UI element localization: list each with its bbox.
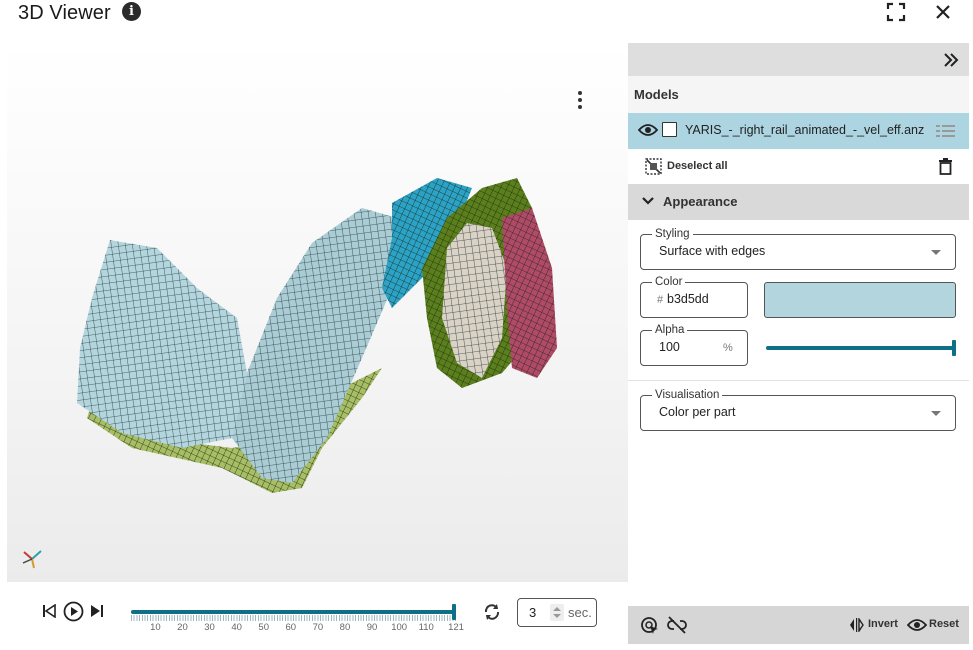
info-icon[interactable]: i	[122, 2, 141, 21]
deselect-icon[interactable]	[645, 158, 662, 175]
visualisation-label: Visualisation	[652, 388, 723, 402]
invert-button[interactable]: Invert	[868, 618, 898, 630]
timeline-track[interactable]	[131, 610, 456, 614]
alpha-field[interactable]: Alpha 100 %	[640, 323, 748, 366]
models-heading: Models	[634, 87, 679, 102]
panel-toolbar	[628, 43, 969, 76]
styling-select[interactable]: Styling Surface with edges	[640, 227, 956, 270]
side-panel: Models YARIS_-_right_rail_animated_-_vel…	[628, 43, 969, 644]
visualisation-select[interactable]: Visualisation Color per part	[640, 388, 956, 431]
skip-to-start-icon[interactable]	[42, 604, 56, 618]
loop-icon[interactable]	[482, 602, 502, 622]
timeline-tick-label: 10	[150, 622, 161, 633]
unlink-icon[interactable]	[667, 616, 687, 634]
model-name[interactable]: YARIS_-_right_rail_animated_-_vel_eff.an…	[685, 123, 924, 137]
chevron-down-icon	[642, 197, 654, 205]
timeline-tick-label: 20	[177, 622, 188, 633]
appearance-section: Styling Surface with edges Color # b3d5d…	[628, 220, 969, 606]
hash-prefix: #	[657, 294, 664, 306]
timeline-tick-label: 80	[339, 622, 351, 633]
animation-playback-bar: 10 20 30 40 50 60 70 80 90 100 110 121 3 sec.	[7, 582, 628, 644]
section-divider	[628, 380, 969, 381]
timeline-tick-label: 70	[312, 622, 324, 633]
color-hex-value[interactable]: b3d5dd	[667, 292, 709, 306]
3d-model-render[interactable]	[62, 148, 562, 508]
styling-label: Styling	[652, 227, 693, 241]
timeline-tick-label: 121	[448, 622, 464, 633]
3d-viewport[interactable]	[7, 43, 628, 582]
appearance-section-header[interactable]: Appearance	[628, 184, 969, 220]
reset-button[interactable]: Reset	[929, 618, 959, 630]
timeline-tick-label: 60	[285, 622, 297, 633]
viewer-header: 3D Viewer i	[0, 0, 973, 42]
timeline-tick-label: 100	[391, 622, 408, 633]
model-checkbox[interactable]	[662, 122, 677, 137]
timeline-tick-labels: 10 20 30 40 50 60 70 80 90 100 110 121	[131, 622, 471, 634]
color-swatch[interactable]	[764, 282, 956, 318]
model-details-icon[interactable]	[935, 124, 956, 138]
duration-input[interactable]: 3 sec.	[517, 598, 597, 627]
pick-part-icon[interactable]	[640, 616, 660, 636]
model-list-item[interactable]: YARIS_-_right_rail_animated_-_vel_eff.an…	[628, 113, 969, 149]
panel-footer: Invert Reset	[628, 606, 969, 644]
timeline-tick-label: 50	[258, 622, 269, 633]
alpha-label: Alpha	[652, 323, 688, 337]
duration-value[interactable]: 3	[529, 605, 536, 620]
deselect-row: Deselect all	[628, 149, 969, 184]
visualisation-value[interactable]: Color per part	[659, 405, 735, 419]
dropdown-caret-icon	[931, 250, 941, 255]
alpha-value[interactable]: 100	[659, 340, 680, 354]
color-hex-field[interactable]: Color # b3d5dd	[640, 275, 748, 318]
alpha-unit: %	[723, 342, 733, 354]
alpha-slider-track[interactable]	[766, 346, 954, 350]
duration-unit: sec.	[568, 605, 592, 620]
timeline-thumb[interactable]	[452, 604, 456, 620]
timeline-tick-label: 40	[231, 622, 242, 633]
alpha-slider-thumb[interactable]	[952, 340, 956, 356]
trash-icon[interactable]	[938, 158, 953, 175]
timeline-tick-label: 90	[366, 622, 378, 633]
timeline-tick-label: 110	[418, 622, 434, 633]
axis-triad-icon	[22, 550, 42, 569]
play-icon[interactable]	[63, 601, 84, 622]
skip-to-end-icon[interactable]	[90, 604, 104, 618]
more-options-icon[interactable]	[575, 89, 585, 111]
invert-icon[interactable]	[849, 618, 864, 632]
color-label: Color	[652, 275, 686, 289]
timeline-ticks	[131, 615, 456, 621]
timeline-tick-label: 30	[204, 622, 215, 633]
page-title: 3D Viewer	[18, 2, 111, 24]
appearance-label: Appearance	[663, 194, 738, 209]
close-icon[interactable]	[934, 3, 952, 21]
fullscreen-icon[interactable]	[886, 2, 906, 22]
collapse-panel-icon[interactable]	[942, 51, 960, 69]
deselect-all-button[interactable]: Deselect all	[667, 160, 728, 172]
reset-eye-icon[interactable]	[907, 618, 927, 632]
styling-value[interactable]: Surface with edges	[659, 244, 765, 258]
dropdown-caret-icon	[931, 411, 941, 416]
duration-spinner[interactable]	[550, 604, 564, 621]
visibility-eye-icon[interactable]	[638, 123, 658, 137]
